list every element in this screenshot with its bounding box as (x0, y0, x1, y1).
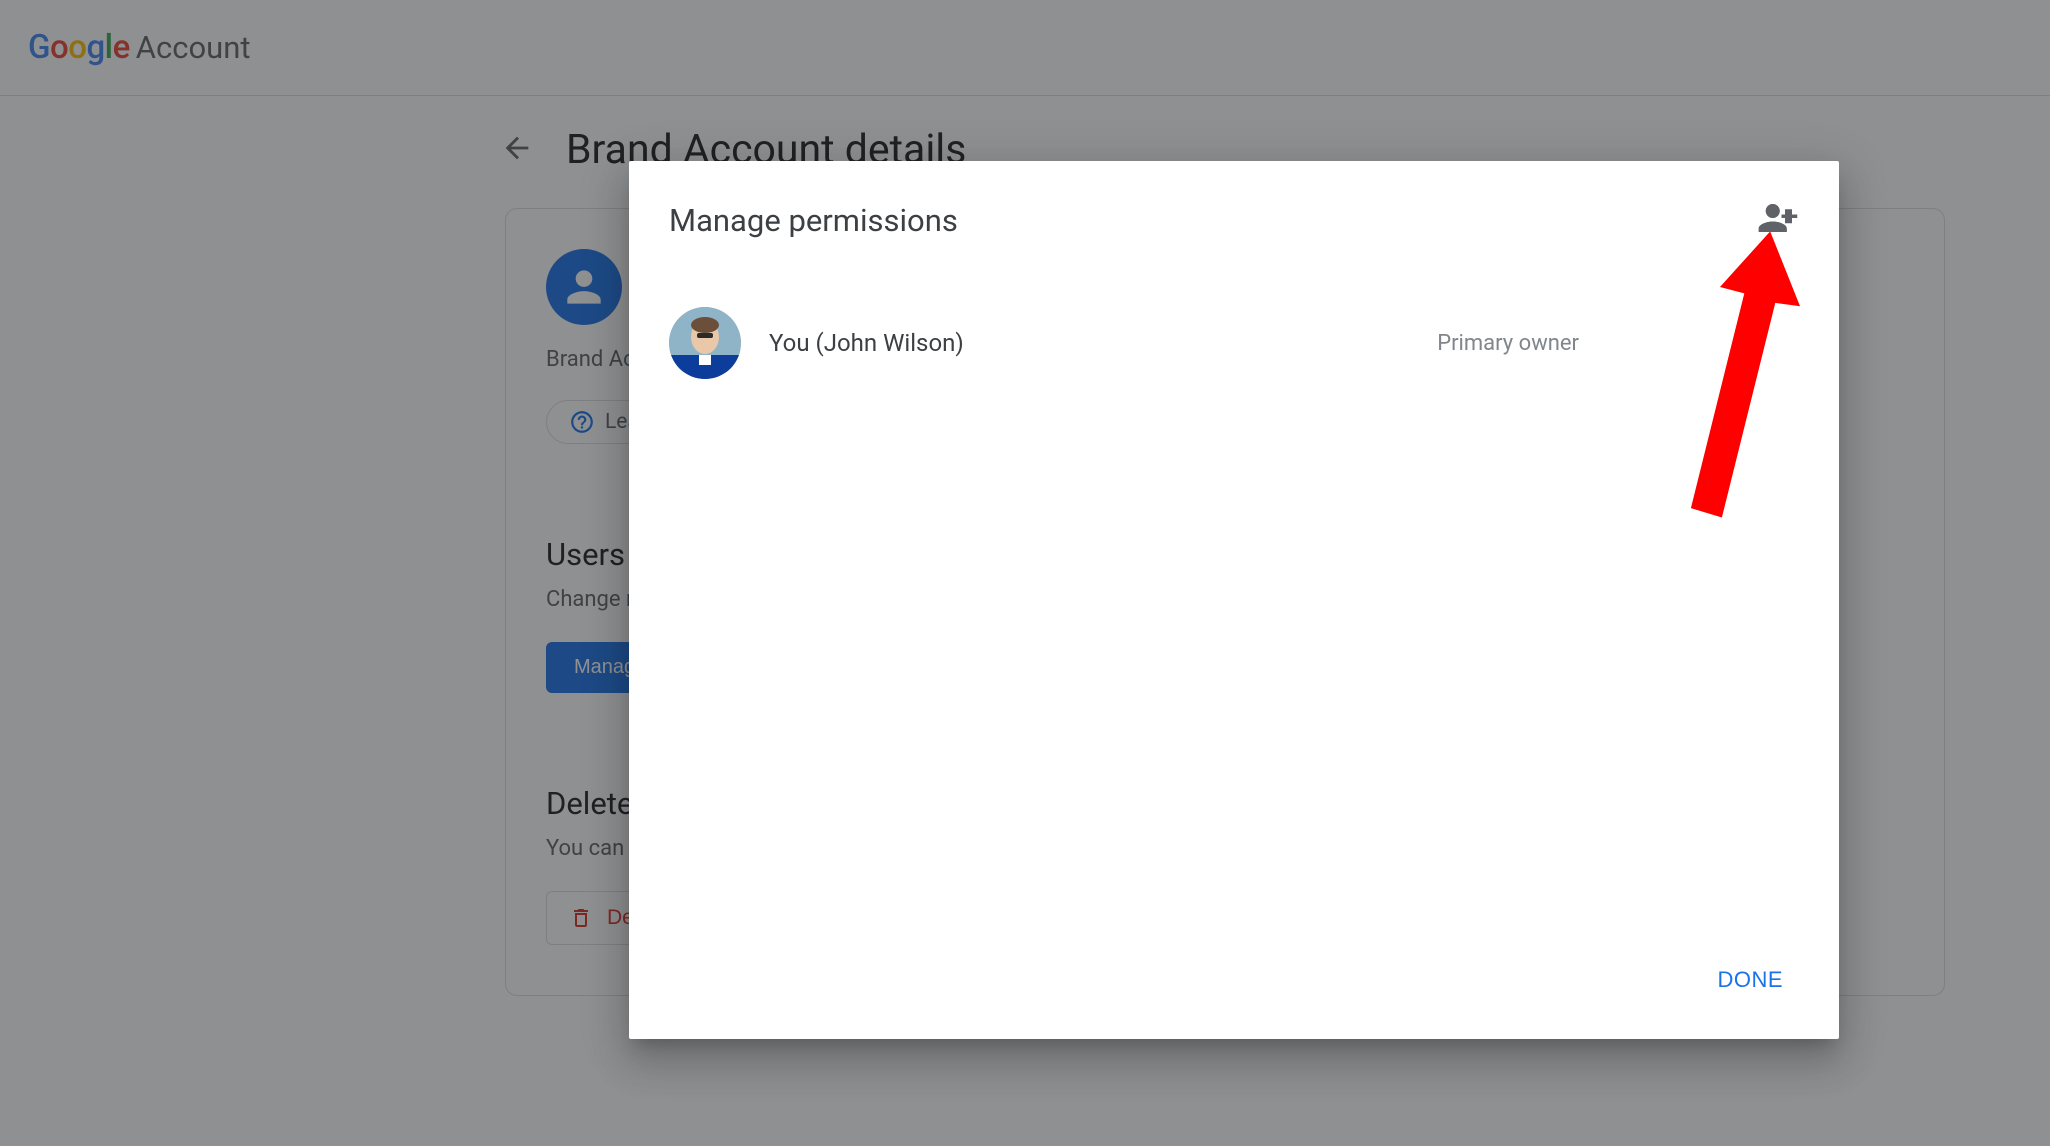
add-person-icon[interactable] (1757, 197, 1799, 243)
user-role: Primary owner (1437, 331, 1579, 356)
done-button[interactable]: DONE (1701, 957, 1799, 1003)
dialog-footer: DONE (669, 957, 1799, 1003)
manage-permissions-dialog: Manage permissions You (John Wilson) Pri… (629, 161, 1839, 1039)
dialog-header: Manage permissions (669, 197, 1799, 243)
user-avatar (669, 307, 741, 379)
user-name: You (John Wilson) (769, 329, 1409, 357)
dialog-title: Manage permissions (669, 202, 958, 239)
permission-user-row: You (John Wilson) Primary owner (669, 307, 1799, 379)
